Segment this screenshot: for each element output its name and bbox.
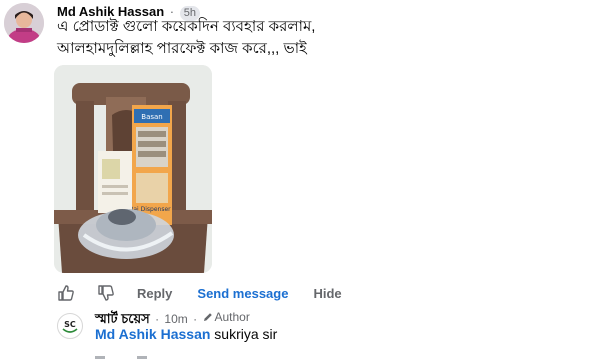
- send-message-button[interactable]: Send message: [197, 286, 288, 301]
- photo-image: Basan Rai Dispenser: [54, 65, 212, 273]
- reply-message: sukriya sir: [214, 326, 278, 342]
- mention-link[interactable]: Md Ashik Hassan: [95, 326, 210, 342]
- comment-text: এ প্রোডাক্ট গুলো কয়েকদিন ব্যবহার করলাম,…: [57, 16, 587, 60]
- author-badge: Author: [202, 309, 250, 325]
- dislike-icon[interactable]: [97, 284, 115, 302]
- page-logo-icon: SC: [59, 315, 81, 337]
- avatar-picture: [4, 3, 44, 43]
- reply-author-avatar[interactable]: SC: [57, 313, 83, 339]
- pencil-icon: [204, 313, 213, 321]
- reply-text: Md Ashik Hassan sukriya sir: [95, 325, 277, 343]
- comment-actions: Reply Send message Hide: [57, 283, 342, 303]
- comment-text-line: এ প্রোডাক্ট গুলো কয়েকদিন ব্যবহার করলাম,: [57, 18, 316, 35]
- commenter-avatar[interactable]: [4, 3, 44, 43]
- next-actions-peek: [95, 346, 175, 359]
- separator-dot: ·: [193, 312, 198, 326]
- like-icon[interactable]: [57, 284, 75, 302]
- reply-button[interactable]: Reply: [137, 286, 172, 301]
- comment-text-line: আলহামদুলিল্লাহ পারফেক্ট কাজ করে,,, ভাই: [57, 40, 307, 57]
- box-label-top: Basan: [141, 113, 162, 121]
- page-logo-text: SC: [64, 320, 76, 329]
- separator-dot: ·: [155, 312, 160, 326]
- reply-time[interactable]: 10m: [164, 312, 187, 326]
- hide-button[interactable]: Hide: [313, 286, 341, 301]
- reply-author-name[interactable]: স্মার্ট চয়েস: [95, 311, 150, 326]
- comment-photo[interactable]: Basan Rai Dispenser: [54, 65, 212, 273]
- author-badge-label: Author: [214, 310, 250, 324]
